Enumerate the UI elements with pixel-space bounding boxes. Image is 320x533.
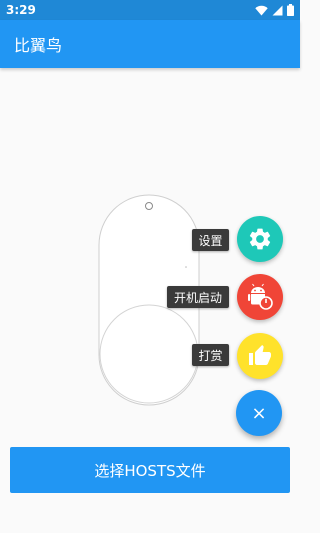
wifi-icon xyxy=(255,5,268,15)
app-bar: 比翼鸟 xyxy=(0,20,300,68)
switch-dot xyxy=(185,266,187,268)
thumbs-up-icon xyxy=(249,345,271,365)
switch-knob xyxy=(99,304,199,404)
fab-label-boot-start[interactable]: 开机启动 xyxy=(167,286,229,308)
gear-icon xyxy=(249,228,271,250)
donate-fab[interactable] xyxy=(237,333,283,379)
fab-label-boot-start-text: 开机启动 xyxy=(173,290,222,305)
fab-label-donate[interactable]: 打赏 xyxy=(192,344,229,366)
status-icons xyxy=(255,4,294,16)
close-icon: × xyxy=(251,402,267,424)
app-title: 比翼鸟 xyxy=(14,36,63,55)
signal-icon xyxy=(272,5,283,15)
status-time: 3:29 xyxy=(6,3,36,17)
select-hosts-file-button[interactable]: 选择HOSTS文件 xyxy=(10,447,290,493)
android-power-icon xyxy=(248,283,273,310)
select-hosts-file-label: 选择HOSTS文件 xyxy=(94,461,206,480)
fab-label-donate-text: 打赏 xyxy=(198,348,223,363)
status-bar: 3:29 xyxy=(0,0,300,20)
fab-menu-close-button[interactable]: × xyxy=(236,390,282,436)
settings-fab[interactable] xyxy=(237,216,283,262)
battery-icon xyxy=(287,4,294,16)
fab-label-settings-text: 设置 xyxy=(198,233,223,248)
switch-hole xyxy=(145,202,153,210)
boot-start-fab[interactable] xyxy=(237,274,283,320)
fab-label-settings[interactable]: 设置 xyxy=(192,229,229,251)
